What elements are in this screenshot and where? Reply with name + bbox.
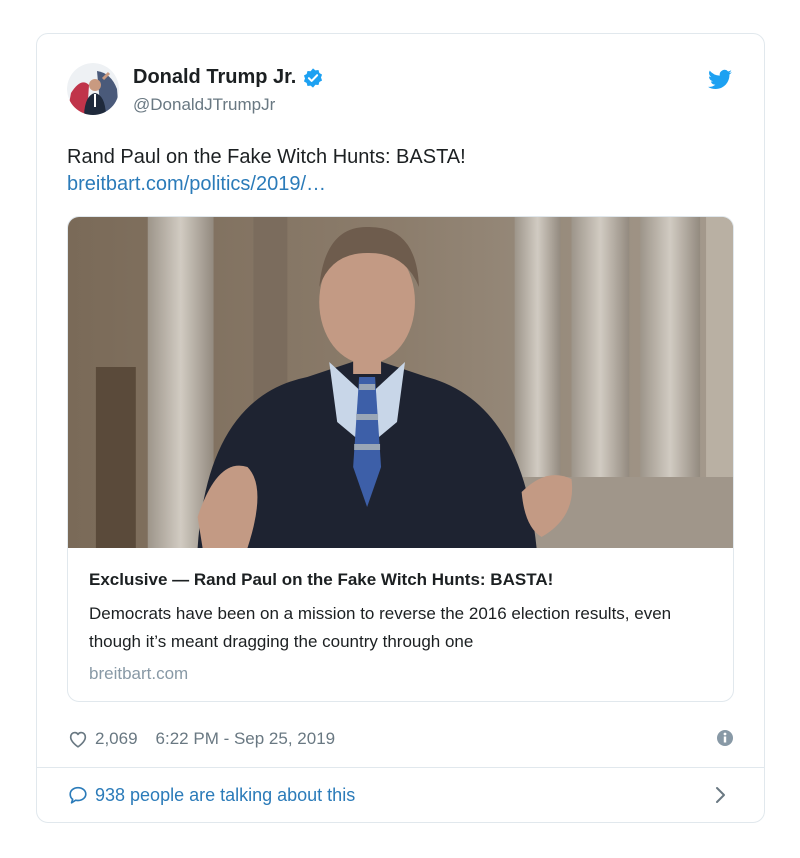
card-title[interactable]: Exclusive — Rand Paul on the Fake Witch …: [89, 570, 553, 590]
like-count[interactable]: 2,069: [95, 729, 138, 749]
conversation-label[interactable]: 938 people are talking about this: [95, 785, 355, 806]
author-name[interactable]: Donald Trump Jr.: [133, 66, 296, 89]
link-preview-card[interactable]: Exclusive — Rand Paul on the Fake Witch …: [67, 216, 734, 702]
author-handle[interactable]: @DonaldJTrumpJr: [133, 95, 324, 115]
info-icon[interactable]: [716, 729, 734, 747]
avatar[interactable]: [67, 63, 119, 115]
author-block[interactable]: Donald Trump Jr. @DonaldJTrumpJr: [133, 66, 324, 115]
conversation-link[interactable]: 938 people are talking about this: [67, 782, 734, 808]
verified-badge-icon: [302, 67, 324, 89]
tweet-meta: 2,069 6:22 PM - Sep 25, 2019: [67, 727, 734, 751]
twitter-bird-icon[interactable]: [707, 67, 733, 93]
card-image[interactable]: [68, 217, 733, 548]
tweet-text: Rand Paul on the Fake Witch Hunts: BASTA…: [67, 146, 466, 168]
timestamp[interactable]: 6:22 PM - Sep 25, 2019: [156, 729, 336, 749]
heart-icon[interactable]: [67, 728, 89, 750]
chevron-right-icon[interactable]: [714, 785, 728, 805]
card-description: Democrats have been on a mission to reve…: [89, 604, 672, 651]
comment-bubble-icon: [67, 784, 89, 806]
card-domain: breitbart.com: [89, 664, 189, 683]
embedded-tweet: Donald Trump Jr. @DonaldJTrumpJr Rand Pa…: [36, 33, 765, 823]
tweet-link[interactable]: breitbart.com/politics/2019/…: [67, 173, 326, 196]
divider: [37, 767, 764, 768]
